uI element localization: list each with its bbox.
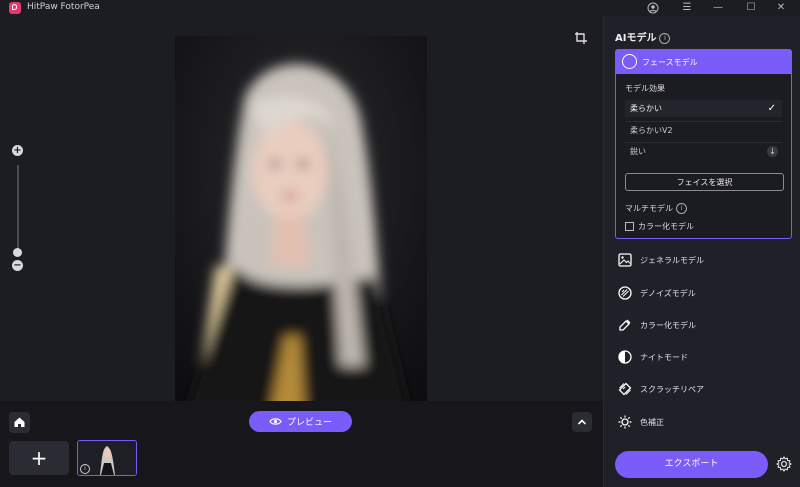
collapse-button[interactable]	[572, 412, 592, 432]
info-icon[interactable]: i	[676, 203, 687, 214]
model-item-general[interactable]: ジェネラルモデル	[618, 250, 788, 270]
home-button[interactable]	[9, 412, 30, 433]
effect-option-sharp[interactable]: 鋭い ↓	[625, 142, 782, 159]
effect-option-soft[interactable]: 柔らかい ✓	[625, 100, 782, 117]
model-item-color-correction[interactable]: 色補正	[618, 412, 788, 432]
crop-icon[interactable]	[574, 31, 588, 45]
model-effect-label: モデル効果	[625, 84, 665, 93]
checkmark-icon: ✓	[767, 103, 776, 114]
paint-icon	[619, 319, 631, 331]
effect-option-soft-v2[interactable]: 柔らかいV2	[625, 121, 782, 138]
close-button[interactable]: ✕	[770, 0, 792, 16]
chevron-up-icon	[577, 419, 587, 425]
colorize-checkbox-label: カラー化モデル	[638, 222, 694, 231]
model-item-denoise[interactable]: デノイズモデル	[618, 283, 788, 303]
face-model-label: フェースモデル	[642, 58, 698, 67]
gear-icon[interactable]	[776, 456, 792, 472]
select-face-button[interactable]: フェイスを選択	[625, 173, 784, 191]
app-title: HitPaw FotorPea	[27, 2, 100, 12]
face-model-panel: フェースモデル モデル効果 柔らかい ✓ 柔らかいV2 鋭い ↓ フェイスを選択…	[615, 49, 792, 239]
model-item-label: スクラッチリペア	[640, 384, 704, 394]
portrait-image	[175, 36, 427, 415]
preview-button[interactable]: プレビュー	[249, 411, 352, 432]
export-button[interactable]: エクスポート	[615, 451, 768, 478]
denoise-icon	[618, 286, 632, 300]
model-item-scratch-repair[interactable]: スクラッチリペア	[618, 379, 788, 399]
model-item-label: ジェネラルモデル	[640, 255, 704, 265]
zoom-out-button[interactable]: −	[12, 260, 23, 271]
model-item-label: カラー化モデル	[640, 320, 696, 330]
minimize-button[interactable]: —	[707, 0, 729, 16]
account-icon[interactable]	[642, 0, 664, 16]
menu-button[interactable]: ☰	[676, 0, 698, 16]
zoom-slider-track[interactable]	[17, 165, 19, 255]
add-image-button[interactable]: +	[9, 441, 69, 475]
info-icon[interactable]: i	[659, 33, 671, 44]
multi-model-label: マルチモデル i	[625, 203, 687, 214]
model-item-label: 色補正	[640, 417, 664, 427]
sidebar-title: AIモデル i	[615, 29, 671, 44]
zoom-slider-handle[interactable]	[13, 248, 22, 257]
app-logo-icon	[9, 2, 21, 14]
colorize-checkbox[interactable]: カラー化モデル	[625, 221, 694, 232]
eye-icon	[269, 418, 282, 425]
zoom-in-button[interactable]: +	[12, 145, 23, 156]
image-thumbnail[interactable]: i	[77, 440, 137, 476]
ai-model-sidebar: AIモデル i フェースモデル モデル効果 柔らかい ✓ 柔らかいV2 鋭い ↓ …	[603, 16, 800, 487]
image-icon	[618, 253, 632, 267]
image-canvas[interactable]	[175, 36, 427, 415]
face-icon	[622, 54, 637, 69]
maximize-button[interactable]: ☐	[740, 0, 762, 16]
model-item-label: ナイトモード	[640, 352, 688, 362]
model-item-colorize[interactable]: カラー化モデル	[618, 315, 788, 335]
download-icon[interactable]: ↓	[767, 146, 778, 157]
model-item-label: デノイズモデル	[640, 288, 696, 298]
half-circle-icon	[618, 350, 632, 364]
thumbnail-info-icon[interactable]: i	[80, 464, 90, 474]
sun-icon	[618, 415, 632, 429]
title-bar: HitPaw FotorPea ☰ — ☐ ✕	[0, 0, 800, 16]
model-item-night-mode[interactable]: ナイトモード	[618, 347, 788, 367]
face-model-header[interactable]: フェースモデル	[616, 50, 791, 74]
home-icon	[14, 417, 25, 427]
checkbox-icon	[625, 222, 634, 231]
bandage-icon	[618, 382, 632, 396]
preview-label: プレビュー	[286, 418, 332, 428]
